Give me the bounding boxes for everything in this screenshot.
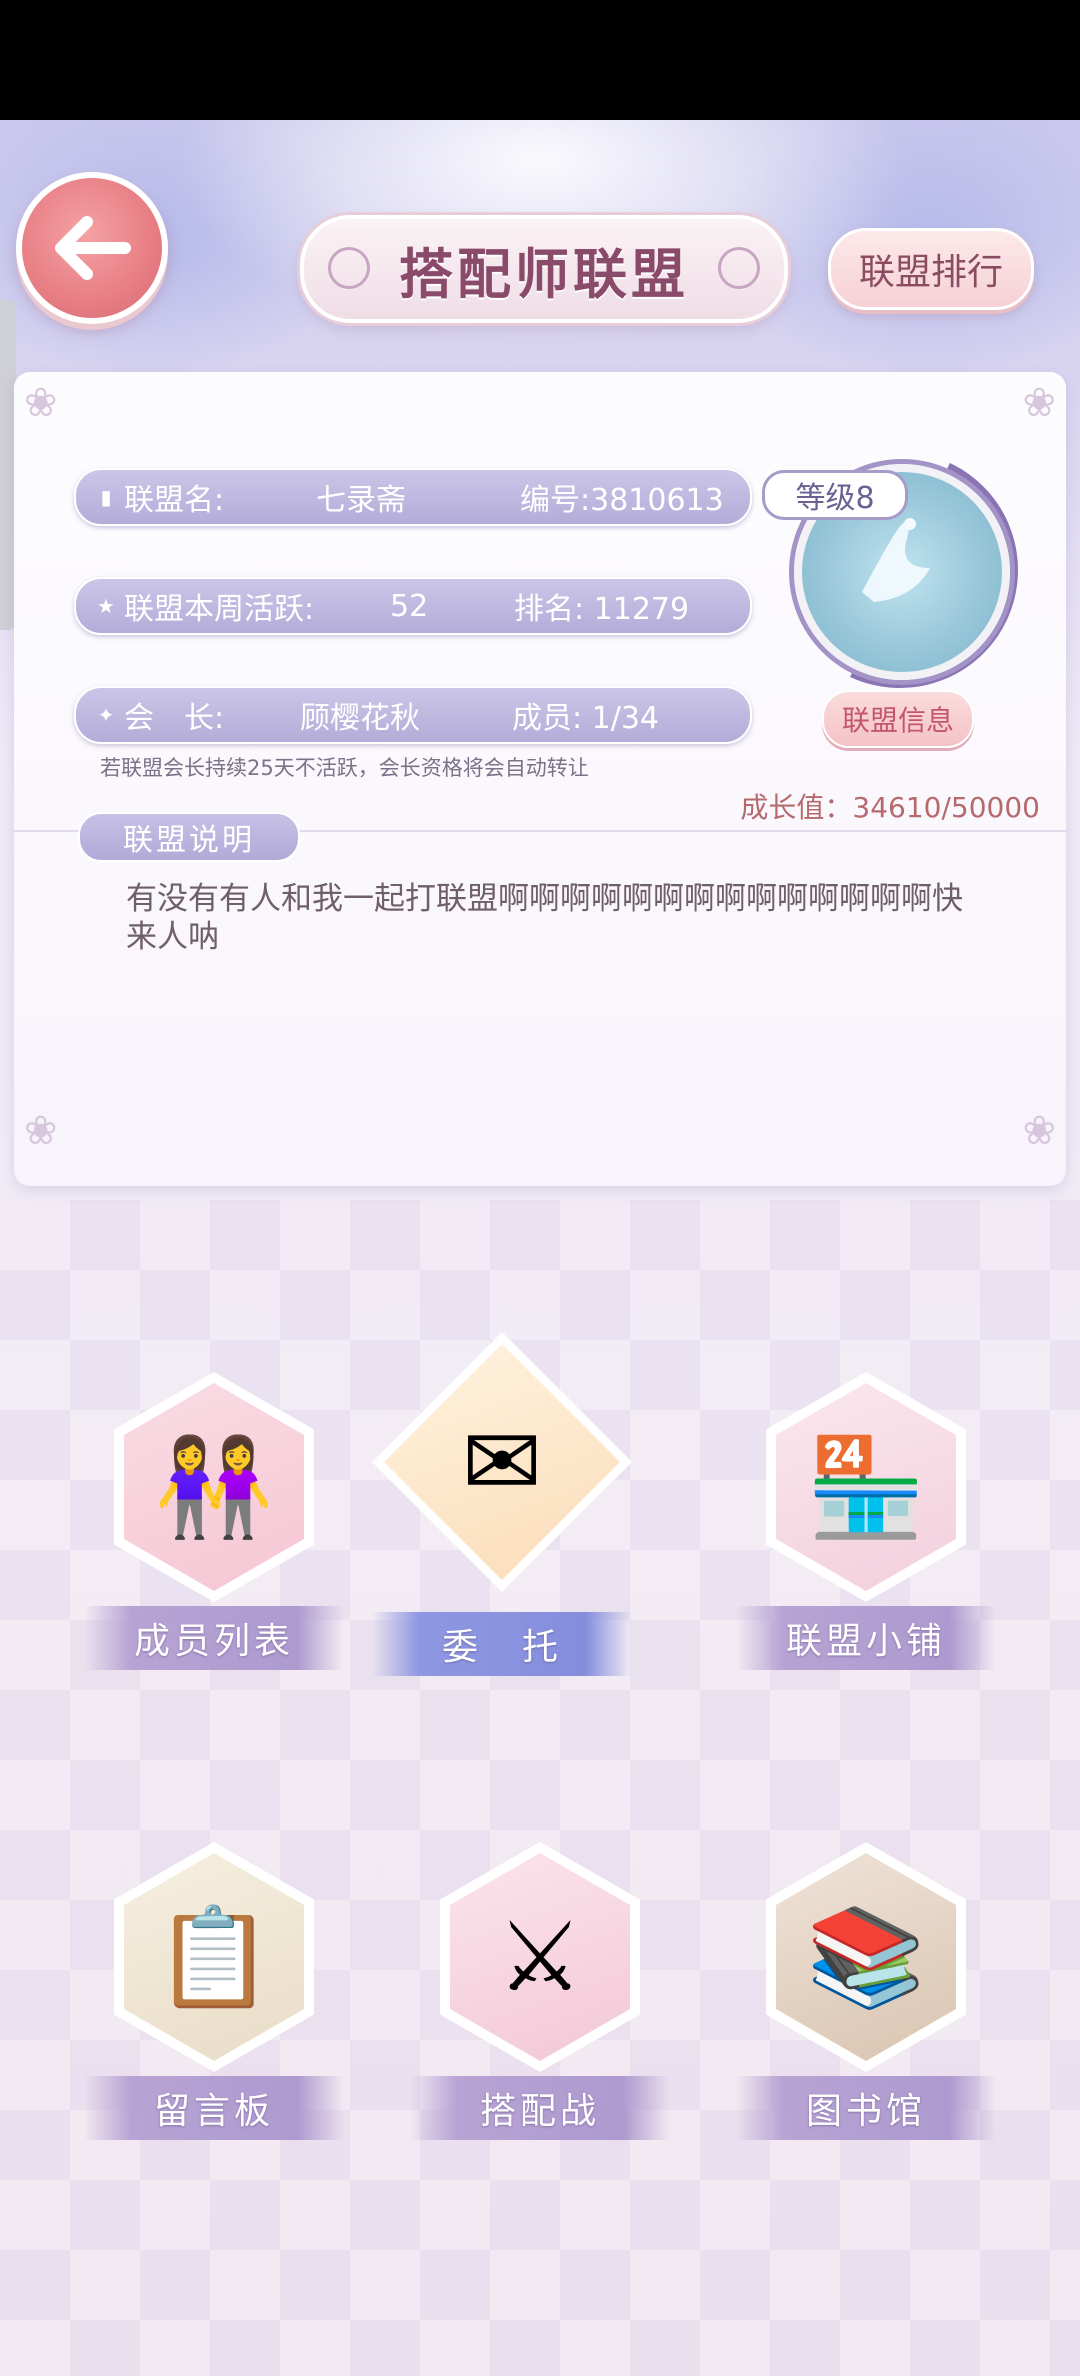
message-board-button[interactable]: 📋 留言板 [84, 1842, 344, 2142]
library-button[interactable]: 📚 图书馆 [736, 1842, 996, 2142]
sparkle-icon: ✦ [97, 703, 115, 727]
growth-value: 成长值：34610/50000 [740, 791, 1040, 824]
alliance-id: 编号:3810613 [520, 483, 724, 518]
member-count: 成员: 1/34 [512, 701, 660, 736]
styling-battle-icon: ⚔ [450, 1853, 630, 2061]
library-icon: 📚 [776, 1853, 956, 2061]
leader-inactivity-notice: 若联盟会长持续25天不活跃，会长资格将会自动转让 [100, 756, 589, 780]
commission-button[interactable]: ✉ 委 托 [372, 1332, 632, 1676]
leader-name: 顾樱花秋 [300, 701, 420, 736]
members-icon: 👭 [124, 1383, 304, 1591]
alliance-ranking-button[interactable]: 联盟排行 [828, 228, 1034, 310]
title-plate: 搭配师联盟 [300, 215, 788, 323]
alliance-level-badge: 等级8 [762, 470, 908, 520]
ornament-icon [328, 247, 370, 289]
back-button[interactable] [16, 172, 168, 324]
alliance-description: 有没有有人和我一起打联盟啊啊啊啊啊啊啊啊啊啊啊啊啊啊快来人呐 [126, 881, 963, 955]
ornament-icon [718, 247, 760, 289]
alliance-name-row: ▮ 联盟名: 七录斋 编号:3810613 [74, 468, 752, 526]
floral-corner-icon: ❀ [1022, 380, 1056, 426]
alliance-info-button[interactable]: 联盟信息 [822, 690, 974, 748]
alliance-shop-button[interactable]: 🏪 联盟小铺 [736, 1372, 996, 1672]
message-board-icon: 📋 [124, 1853, 304, 2061]
book-icon: ▮ [100, 485, 112, 509]
star-icon: ★ [97, 594, 115, 618]
floral-corner-icon: ❀ [24, 1108, 58, 1154]
leader-label: 会 长: [124, 701, 225, 736]
commission-icon: ✉ [384, 1344, 620, 1580]
styling-battle-label: 搭配战 [410, 2076, 670, 2140]
styling-battle-button[interactable]: ⚔ 搭配战 [410, 1842, 670, 2142]
weekly-activity-label: 联盟本周活跃: [124, 592, 315, 627]
alliance-name-label: 联盟名: [124, 483, 225, 518]
weekly-activity-row: ★ 联盟本周活跃: 52 排名: 11279 [74, 577, 752, 635]
back-arrow-icon [55, 216, 131, 280]
shop-icon: 🏪 [776, 1383, 956, 1591]
member-list-button[interactable]: 👭 成员列表 [84, 1372, 344, 1672]
weekly-activity-value: 52 [390, 588, 429, 624]
status-bar [0, 0, 1080, 120]
page-title: 搭配师联盟 [399, 242, 689, 306]
floral-corner-icon: ❀ [24, 380, 58, 426]
alliance-rank: 排名: 11279 [514, 592, 690, 627]
message-board-label: 留言板 [84, 2076, 344, 2140]
library-label: 图书馆 [736, 2076, 996, 2140]
alliance-shop-label: 联盟小铺 [736, 1606, 996, 1670]
floral-corner-icon: ❀ [1022, 1108, 1056, 1154]
description-section-title: 联盟说明 [78, 812, 300, 862]
member-list-label: 成员列表 [84, 1606, 344, 1670]
alliance-name: 七录斋 [316, 483, 406, 518]
leader-row: ✦ 会 长: 顾樱花秋 成员: 1/34 [74, 686, 752, 744]
commission-label: 委 托 [372, 1612, 632, 1676]
